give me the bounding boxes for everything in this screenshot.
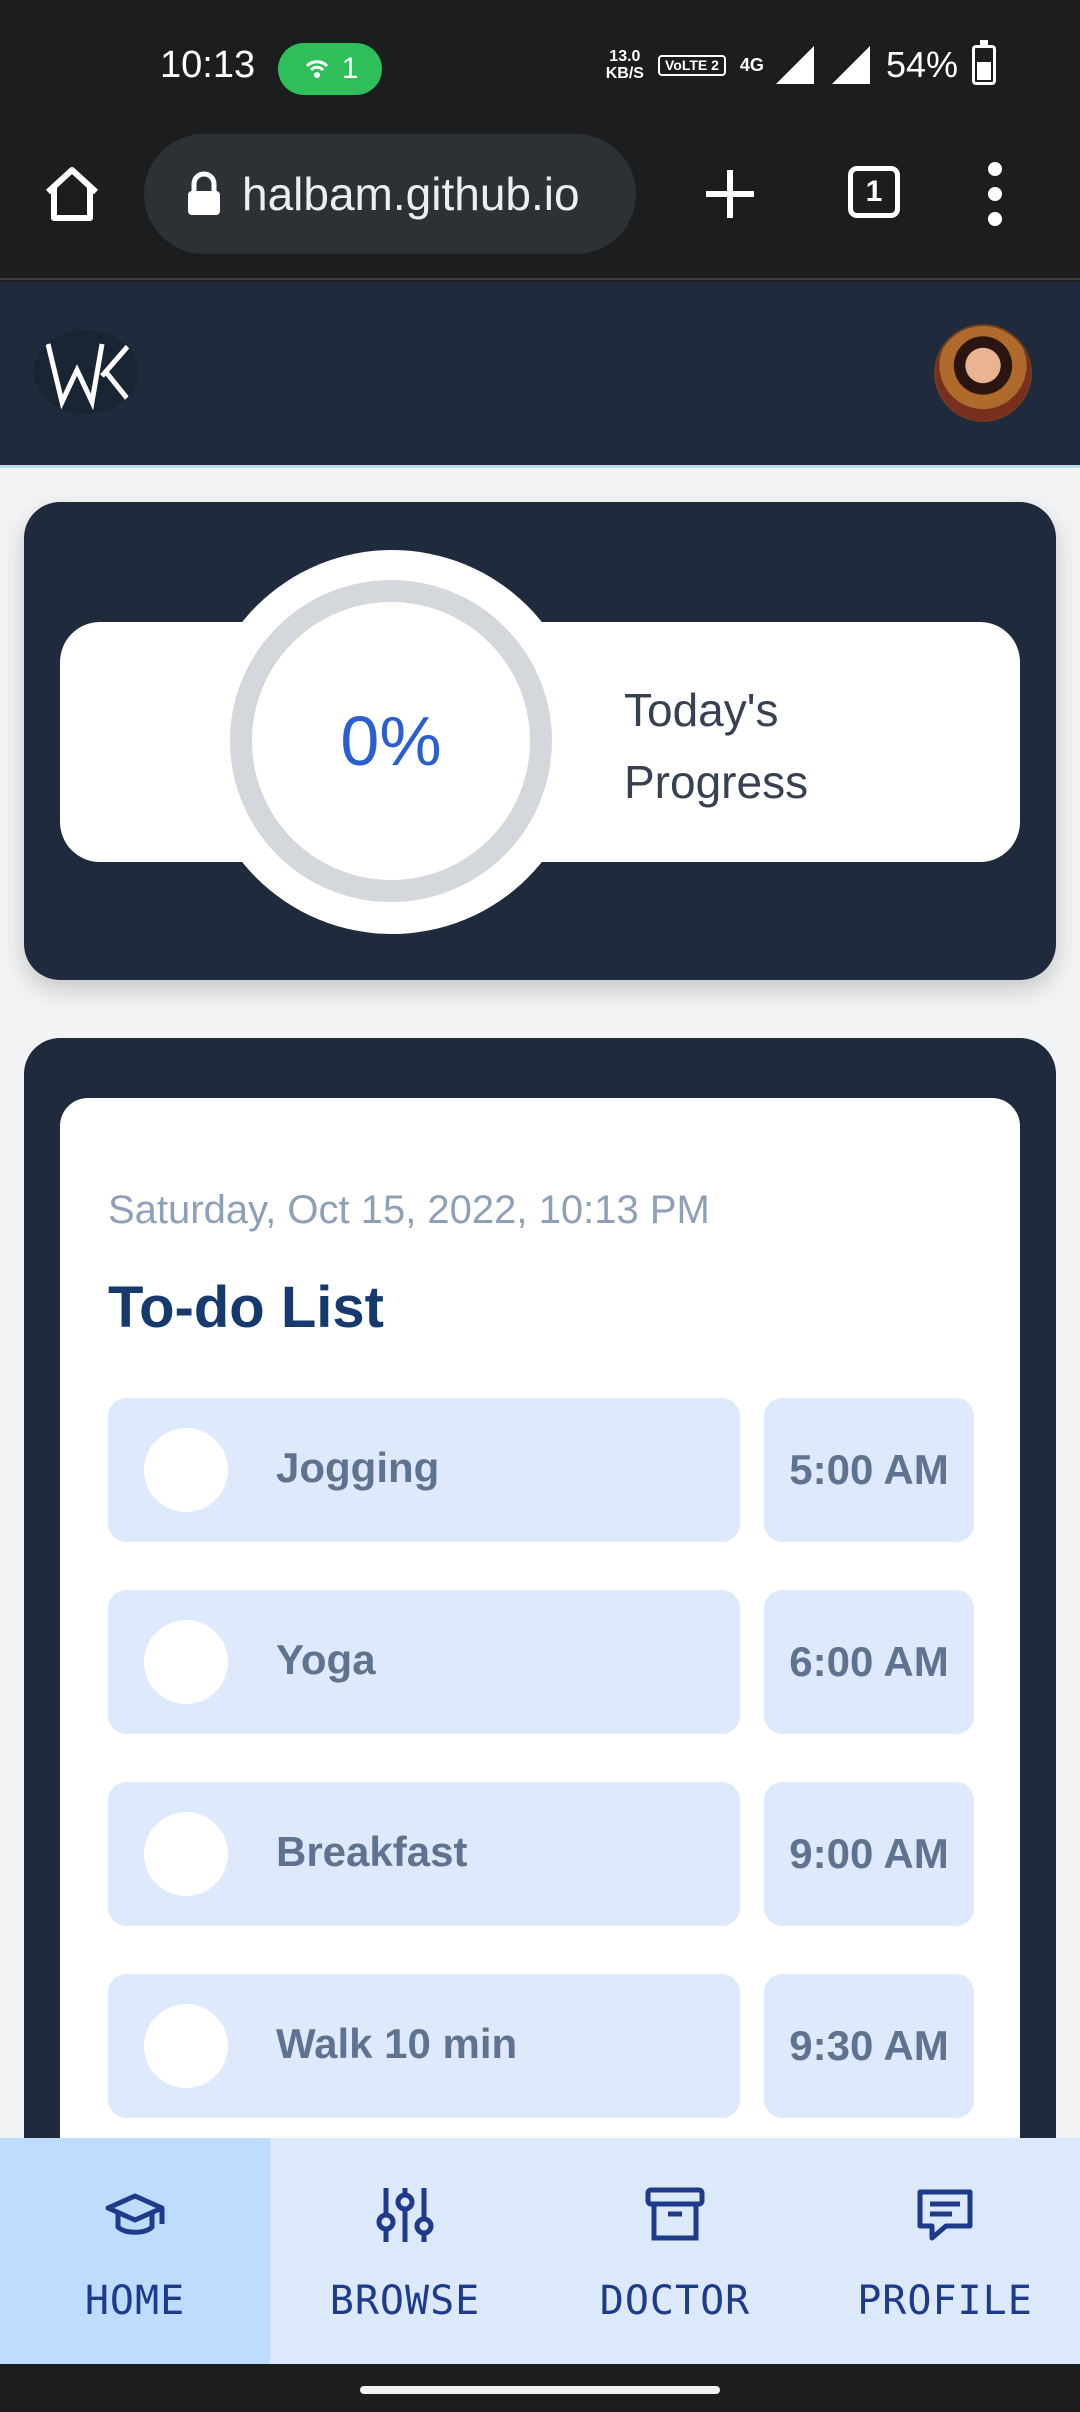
gesture-area — [0, 2364, 1080, 2412]
signal-icon — [775, 46, 814, 84]
todo-panel: Saturday, Oct 15, 2022, 10:13 PM To-do L… — [60, 1098, 1020, 2138]
url-text: halbam.github.io — [242, 168, 580, 220]
address-bar[interactable]: halbam.github.io — [144, 134, 636, 254]
app-header — [0, 282, 1080, 468]
hotspot-count: 1 — [341, 52, 359, 85]
message-icon — [917, 2189, 973, 2241]
new-tab-icon[interactable] — [700, 164, 760, 224]
hotspot-badge: 1 — [278, 43, 382, 95]
volte-badge: VoLTE 2 — [657, 54, 726, 76]
progress-value: 0% — [340, 702, 442, 780]
nav-label: BROWSE — [329, 2278, 481, 2324]
battery-icon — [972, 40, 996, 85]
archive-box-icon — [645, 2187, 705, 2241]
progress-card: 0% Today's Progress — [24, 502, 1056, 980]
task-checkbox[interactable] — [144, 1812, 228, 1896]
lock-icon — [188, 171, 220, 215]
task-row[interactable]: Yoga — [108, 1590, 740, 1734]
progress-ring-container: 0% — [200, 550, 584, 934]
task-label: Breakfast — [276, 1828, 468, 1875]
task-row[interactable]: Breakfast — [108, 1782, 740, 1926]
web-app: 0% Today's Progress Saturday, Oct 15, 20… — [0, 282, 1080, 2138]
progress-ring: 0% — [230, 580, 552, 902]
todo-date: Saturday, Oct 15, 2022, 10:13 PM — [108, 1188, 710, 1232]
user-avatar[interactable] — [934, 324, 1032, 422]
more-menu-icon[interactable] — [980, 162, 1010, 226]
task-row[interactable]: Jogging — [108, 1398, 740, 1542]
graduation-cap-icon — [105, 2193, 165, 2235]
task-label: Walk 10 min — [276, 2020, 518, 2067]
network-speed-unit: KB/S — [605, 65, 644, 82]
task-label: Yoga — [276, 1636, 376, 1683]
task-time: 9:00 AM — [764, 1782, 974, 1926]
phone-screen: 10:13 1 13.0 KB/S VoLTE 2 4G 54% halbam.… — [0, 0, 1080, 2412]
network-speed-value: 13.0 — [609, 48, 641, 65]
home-icon[interactable] — [40, 162, 104, 226]
status-time: 10:13 — [160, 44, 256, 86]
app-logo[interactable] — [34, 330, 138, 414]
battery-percent: 54% — [885, 44, 958, 85]
nav-label: DOCTOR — [599, 2278, 751, 2324]
nav-label: PROFILE — [857, 2278, 1033, 2324]
network-speed: 13.0 KB/S — [606, 48, 644, 82]
nav-label: HOME — [84, 2278, 186, 2324]
nav-home[interactable]: HOME — [0, 2138, 270, 2364]
task-row[interactable]: Walk 10 min — [108, 1974, 740, 2118]
tab-switcher-button[interactable]: 1 — [848, 166, 900, 218]
signal-icon-2 — [831, 46, 870, 84]
task-time: 9:30 AM — [764, 1974, 974, 2118]
task-checkbox[interactable] — [144, 1620, 228, 1704]
task-time: 5:00 AM — [764, 1398, 974, 1542]
browser-toolbar: halbam.github.io 1 — [0, 134, 1080, 280]
task-label: Jogging — [276, 1444, 440, 1491]
task-checkbox[interactable] — [144, 1428, 228, 1512]
todo-title: To-do List — [108, 1275, 384, 1340]
gesture-bar[interactable] — [360, 2386, 720, 2394]
nav-profile[interactable]: PROFILE — [810, 2138, 1080, 2364]
nav-doctor[interactable]: DOCTOR — [540, 2138, 810, 2364]
sliders-icon — [376, 2188, 434, 2242]
nav-browse[interactable]: BROWSE — [270, 2138, 540, 2364]
status-right-group: 13.0 KB/S VoLTE 2 4G 54% — [606, 40, 996, 86]
todo-card: Saturday, Oct 15, 2022, 10:13 PM To-do L… — [24, 1038, 1056, 2138]
progress-label: Today's Progress — [624, 684, 809, 808]
bottom-navigation: HOME BROWSE DOCTOR PROFILE — [0, 2138, 1080, 2364]
task-time: 6:00 AM — [764, 1590, 974, 1734]
network-type: 4G — [739, 54, 764, 75]
task-checkbox[interactable] — [144, 2004, 228, 2088]
status-bar: 10:13 1 13.0 KB/S VoLTE 2 4G 54% — [0, 0, 1080, 134]
hotspot-icon — [305, 60, 328, 78]
